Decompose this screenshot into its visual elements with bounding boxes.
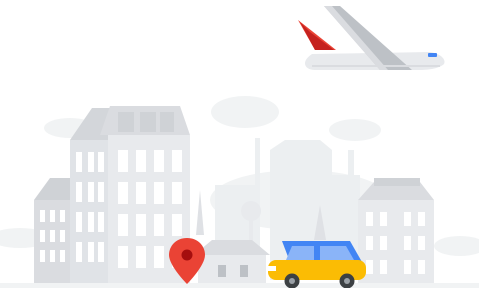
airplane-icon: [298, 6, 445, 70]
city-travel-illustration: [0, 6, 479, 288]
right-building: [358, 178, 434, 285]
low-house: [194, 240, 270, 285]
ground: [0, 283, 479, 288]
